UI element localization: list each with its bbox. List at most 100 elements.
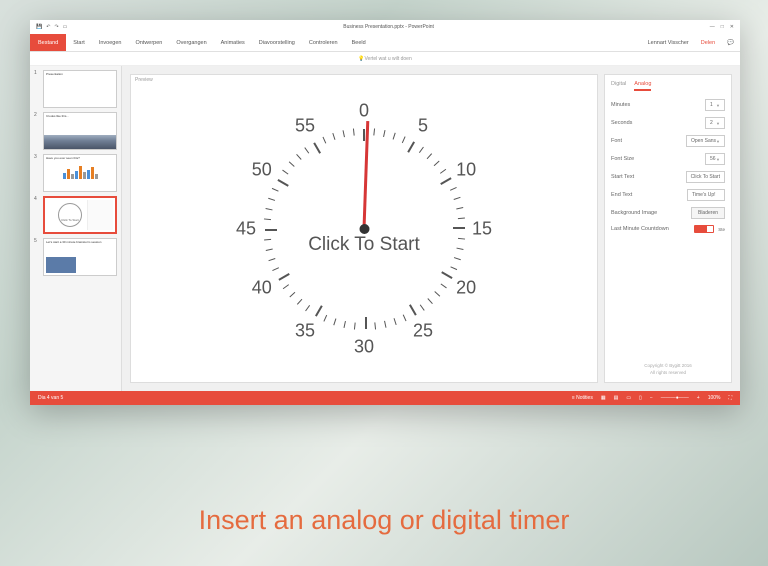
clock-tick — [409, 304, 417, 315]
person-image — [46, 257, 76, 273]
tell-me-search[interactable]: 💡 Vertel wat u wilt doen — [30, 52, 740, 66]
clock-tick — [427, 153, 432, 159]
font-select[interactable]: Open Sans▼ — [686, 135, 725, 147]
clock-tick — [419, 146, 424, 152]
slide-thumbnails: 1 Presentation 2 It looks like this... 3… — [30, 66, 122, 391]
clock-tick — [427, 298, 432, 304]
thumbnail-3[interactable]: 3 Have you ever seen this? — [34, 154, 117, 192]
tab-invoegen[interactable]: Invoegen — [92, 37, 129, 49]
zoom-slider[interactable]: ———●—— — [661, 395, 689, 401]
tab-overgangen[interactable]: Overgangen — [169, 37, 213, 49]
zoom-out-icon[interactable]: − — [650, 395, 653, 401]
clock-tick — [323, 314, 327, 321]
clock-tick — [277, 179, 288, 187]
comment-icon[interactable]: 💬 — [721, 40, 740, 46]
clock-number: 50 — [252, 159, 272, 180]
lastminute-toggle[interactable] — [694, 225, 714, 233]
view-sorter-icon[interactable]: ▤ — [614, 395, 619, 401]
ribbon: Bestand Start Invoegen Ontwerpen Overgan… — [30, 34, 740, 52]
clock-tick — [440, 168, 446, 173]
clock-tick — [420, 304, 425, 310]
clock-number: 0 — [359, 100, 369, 121]
clock-tick — [407, 141, 415, 152]
slideshow-icon[interactable]: ▭ — [63, 24, 68, 30]
slide-counter: Dia 4 van 5 — [38, 395, 63, 401]
thumbnail-1[interactable]: 1 Presentation — [34, 70, 117, 108]
clock-tick — [305, 305, 310, 311]
undo-icon[interactable]: ↶ — [46, 24, 50, 30]
save-icon[interactable]: 💾 — [36, 24, 42, 30]
clock-tick — [289, 161, 295, 166]
clock-tick — [297, 298, 302, 304]
maximize-icon[interactable]: □ — [721, 24, 724, 30]
notes-button[interactable]: ≡ Notities — [572, 395, 593, 401]
fit-icon[interactable]: ⛶ — [728, 395, 732, 401]
clock-tick — [394, 318, 397, 325]
clock-tick — [441, 283, 447, 288]
zoom-level[interactable]: 100% — [708, 395, 721, 401]
share-button[interactable]: Delen — [695, 40, 721, 46]
clock-number: 25 — [413, 320, 433, 341]
fontsize-select[interactable]: 56▼ — [705, 153, 725, 165]
panel-tabs: Digital Analog — [611, 81, 725, 91]
chevron-down-icon: ▼ — [716, 121, 720, 126]
minutes-select[interactable]: 1▼ — [705, 99, 725, 111]
marketing-caption: Insert an analog or digital timer — [0, 505, 768, 536]
tab-animaties[interactable]: Animaties — [214, 37, 252, 49]
clock-tick — [264, 218, 271, 220]
clock-tick — [456, 207, 463, 209]
tab-controleren[interactable]: Controleren — [302, 37, 345, 49]
tab-ontwerpen[interactable]: Ontwerpen — [128, 37, 169, 49]
clock-number: 30 — [354, 336, 374, 357]
view-normal-icon[interactable]: ▦ — [601, 395, 606, 401]
slide-preview[interactable]: Preview 0510152025303540455055 Click To … — [130, 74, 598, 383]
clock-tick — [304, 147, 309, 153]
clock-tick — [272, 187, 279, 191]
tab-beeld[interactable]: Beeld — [345, 37, 373, 49]
endtext-input[interactable]: Time's Up! — [687, 189, 725, 201]
redo-icon[interactable]: ↷ — [54, 24, 58, 30]
seconds-select[interactable]: 2▼ — [705, 117, 725, 129]
clock-tick — [278, 273, 289, 281]
chevron-down-icon: ▼ — [716, 139, 720, 144]
clock-tick — [344, 320, 346, 327]
tab-digital[interactable]: Digital — [611, 81, 626, 91]
starttext-label: Start Text — [611, 174, 682, 180]
mini-clock-icon — [58, 203, 82, 227]
clock-number: 5 — [418, 116, 428, 137]
mini-panel — [87, 200, 113, 230]
clock-tick — [454, 257, 461, 260]
clock-tick — [313, 142, 321, 153]
clock-tick — [282, 169, 288, 174]
tab-diavoorstelling[interactable]: Diavoorstelling — [252, 37, 302, 49]
document-body: 1 Presentation 2 It looks like this... 3… — [30, 66, 740, 391]
starttext-input[interactable]: Click To Start — [686, 171, 725, 183]
tab-start[interactable]: Start — [66, 37, 92, 49]
view-reading-icon[interactable]: ▭ — [626, 395, 631, 401]
clock-tick — [354, 322, 356, 329]
zoom-in-icon[interactable]: + — [697, 395, 700, 401]
file-tab[interactable]: Bestand — [30, 34, 66, 51]
minimize-icon[interactable]: — — [710, 24, 715, 30]
clock-number: 40 — [252, 277, 272, 298]
clock-tick — [373, 128, 375, 135]
minutes-label: Minutes — [611, 102, 701, 108]
font-label: Font — [611, 138, 682, 144]
clock-center-text[interactable]: Click To Start — [308, 234, 420, 256]
clock-tick — [453, 227, 465, 229]
clock-tick — [272, 267, 279, 271]
clock-tick — [353, 128, 355, 135]
tab-analog[interactable]: Analog — [634, 81, 651, 91]
thumbnail-2[interactable]: 2 It looks like this... — [34, 112, 117, 150]
user-name[interactable]: Lennart Visscher — [642, 40, 695, 46]
view-slideshow-icon[interactable]: ▯ — [639, 395, 642, 401]
lastminute-label: Last Minute Countdown — [611, 226, 690, 232]
clock-tick — [374, 322, 376, 329]
browse-button[interactable]: Bladeren — [691, 207, 725, 219]
clock-tick — [458, 217, 465, 219]
status-bar: Dia 4 van 5 ≡ Notities ▦ ▤ ▭ ▯ − ———●—— … — [30, 391, 740, 405]
thumbnail-4[interactable]: 4 Click To Start — [34, 196, 117, 234]
close-icon[interactable]: ✕ — [730, 24, 734, 30]
thumbnail-5[interactable]: 5 Let's start a 30 minute brainstorm ses… — [34, 238, 117, 276]
clock-tick — [384, 320, 386, 327]
